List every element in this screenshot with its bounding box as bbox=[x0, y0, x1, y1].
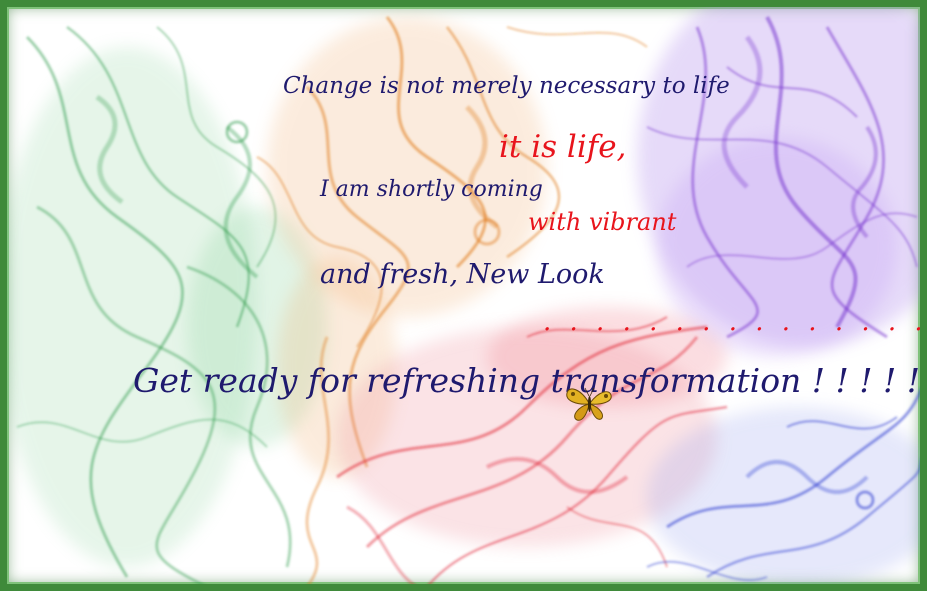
headline-line-3: I am shortly coming bbox=[320, 177, 543, 202]
headline-line-1: Change is not merely necessary to life bbox=[283, 73, 730, 99]
butterfly-icon bbox=[566, 387, 612, 421]
dotted-separator: . . . . . . . . . . . . . . . bbox=[543, 307, 927, 337]
tagline: Get ready for refreshing transformation … bbox=[133, 361, 927, 400]
purple-smoke bbox=[637, 7, 920, 357]
headline-line-5: and fresh, New Look bbox=[320, 259, 605, 290]
headline-line-2: it is life, bbox=[499, 129, 627, 165]
headline-line-4: with vibrant bbox=[528, 208, 677, 236]
poster-frame: Change is not merely necessary to life i… bbox=[0, 0, 927, 591]
